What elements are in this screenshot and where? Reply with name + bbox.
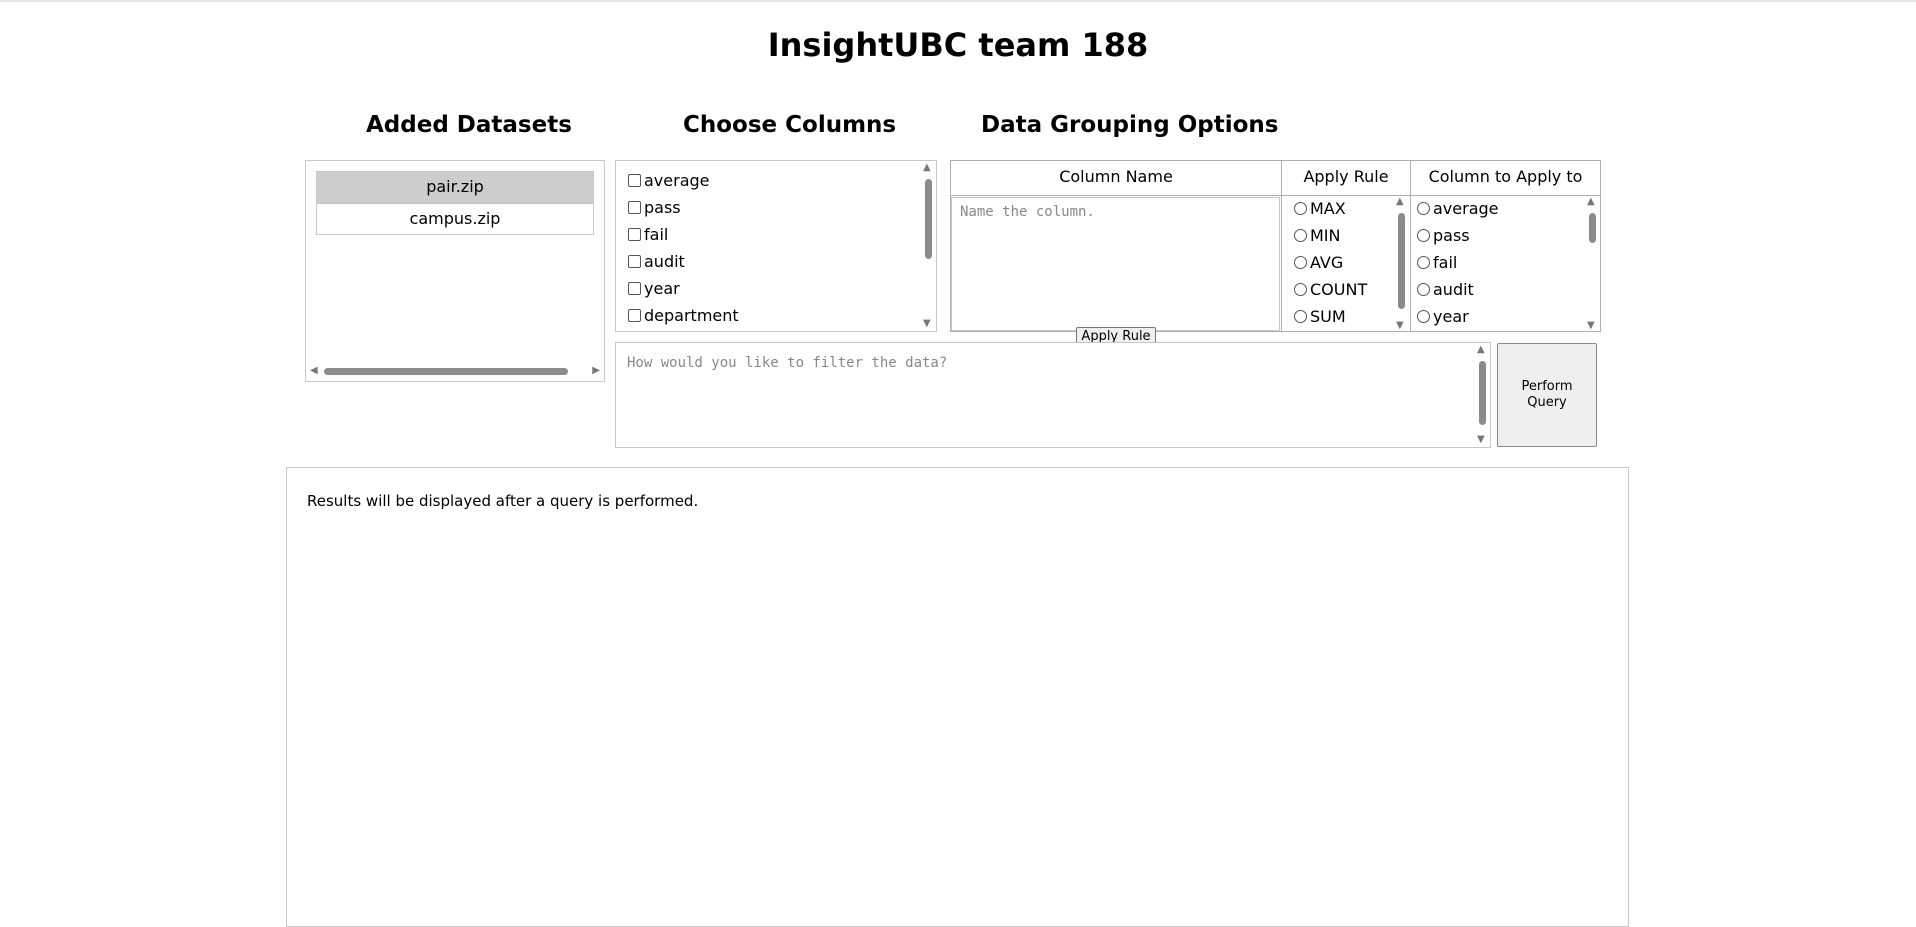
scrollbar-thumb[interactable] xyxy=(925,179,932,259)
scrollbar-thumb[interactable] xyxy=(1398,213,1405,309)
scrollbar-thumb[interactable] xyxy=(1589,213,1596,243)
column-option[interactable]: fail xyxy=(628,225,668,245)
results-message: Results will be displayed after a query … xyxy=(307,492,699,510)
dataset-item[interactable]: campus.zip xyxy=(316,203,594,235)
apply-column-option[interactable]: year xyxy=(1417,307,1469,327)
datasets-list[interactable]: pair.zip campus.zip ◀ ▶ xyxy=(305,160,605,382)
columns-list[interactable]: average pass fail audit year department … xyxy=(615,160,937,332)
datasets-horizontal-scrollbar[interactable]: ◀ ▶ xyxy=(308,365,602,377)
datasets-title: Added Datasets xyxy=(366,112,572,138)
header-divider xyxy=(951,195,1600,196)
checkbox[interactable] xyxy=(628,228,641,241)
apply-column-option[interactable]: average xyxy=(1417,199,1499,219)
results-panel: Results will be displayed after a query … xyxy=(286,467,1629,927)
dataset-item[interactable]: pair.zip xyxy=(316,171,594,203)
apply-column-option[interactable]: pass xyxy=(1417,226,1470,246)
scroll-down-icon[interactable]: ▼ xyxy=(1477,435,1485,445)
grouping-title: Data Grouping Options xyxy=(981,112,1279,138)
radio[interactable] xyxy=(1417,310,1430,323)
rule-option[interactable]: SUM xyxy=(1294,307,1346,327)
scroll-down-icon[interactable]: ▼ xyxy=(1587,321,1595,331)
scroll-down-icon[interactable]: ▼ xyxy=(923,319,931,329)
scroll-up-icon[interactable]: ▲ xyxy=(1477,345,1485,355)
scroll-left-icon[interactable]: ◀ xyxy=(310,366,318,376)
radio[interactable] xyxy=(1294,310,1307,323)
grouping-table: Column Name Apply Rule Column to Apply t… xyxy=(950,160,1601,332)
scrollbar-thumb[interactable] xyxy=(324,368,568,375)
filter-vertical-scrollbar[interactable]: ▲ ▼ xyxy=(1476,345,1488,445)
rule-option[interactable]: MIN xyxy=(1294,226,1341,246)
radio[interactable] xyxy=(1294,229,1307,242)
rule-option[interactable]: COUNT xyxy=(1294,280,1367,300)
checkbox[interactable] xyxy=(628,174,641,187)
scroll-up-icon[interactable]: ▲ xyxy=(1396,197,1404,207)
radio[interactable] xyxy=(1294,283,1307,296)
column-divider xyxy=(1281,161,1282,331)
scrollbar-thumb[interactable] xyxy=(1479,361,1486,425)
apply-column-option[interactable]: audit xyxy=(1417,280,1474,300)
rule-option[interactable]: MAX xyxy=(1294,199,1346,219)
checkbox[interactable] xyxy=(628,201,641,214)
column-to-apply-header: Column to Apply to xyxy=(1428,167,1583,186)
apply-rule-header: Apply Rule xyxy=(1303,167,1389,186)
column-option[interactable]: average xyxy=(628,171,710,191)
apply-column-option[interactable]: fail xyxy=(1417,253,1457,273)
columns-title: Choose Columns xyxy=(683,112,897,138)
column-option[interactable]: audit xyxy=(628,252,685,272)
radio[interactable] xyxy=(1417,256,1430,269)
column-option[interactable]: pass xyxy=(628,198,681,218)
radio[interactable] xyxy=(1294,256,1307,269)
scroll-down-icon[interactable]: ▼ xyxy=(1396,321,1404,331)
scroll-up-icon[interactable]: ▲ xyxy=(1587,197,1595,207)
checkbox[interactable] xyxy=(628,282,641,295)
page-title: InsightUBC team 188 xyxy=(767,26,1149,64)
apply-columns-vertical-scrollbar[interactable]: ▲ ▼ xyxy=(1586,197,1598,331)
column-divider xyxy=(1410,161,1411,331)
perform-query-label: Perform Query xyxy=(1521,379,1573,410)
filter-placeholder: How would you like to filter the data? xyxy=(627,355,948,371)
rules-vertical-scrollbar[interactable]: ▲ ▼ xyxy=(1395,197,1407,331)
rule-option[interactable]: AVG xyxy=(1294,253,1343,273)
top-border xyxy=(0,0,1916,2)
radio[interactable] xyxy=(1417,229,1430,242)
column-name-input[interactable]: Name the column. xyxy=(951,197,1280,331)
radio[interactable] xyxy=(1417,283,1430,296)
radio[interactable] xyxy=(1294,202,1307,215)
column-option[interactable]: year xyxy=(628,279,680,299)
scroll-right-icon[interactable]: ▶ xyxy=(592,366,600,376)
column-option[interactable]: department xyxy=(628,306,739,326)
radio[interactable] xyxy=(1417,202,1430,215)
scroll-up-icon[interactable]: ▲ xyxy=(923,163,931,173)
perform-query-button[interactable]: Perform Query xyxy=(1497,343,1597,447)
filter-input[interactable]: How would you like to filter the data? ▲… xyxy=(615,342,1491,448)
column-name-header: Column Name xyxy=(1059,167,1173,186)
checkbox[interactable] xyxy=(628,309,641,322)
checkbox[interactable] xyxy=(628,255,641,268)
columns-vertical-scrollbar[interactable]: ▲ ▼ xyxy=(922,163,934,329)
